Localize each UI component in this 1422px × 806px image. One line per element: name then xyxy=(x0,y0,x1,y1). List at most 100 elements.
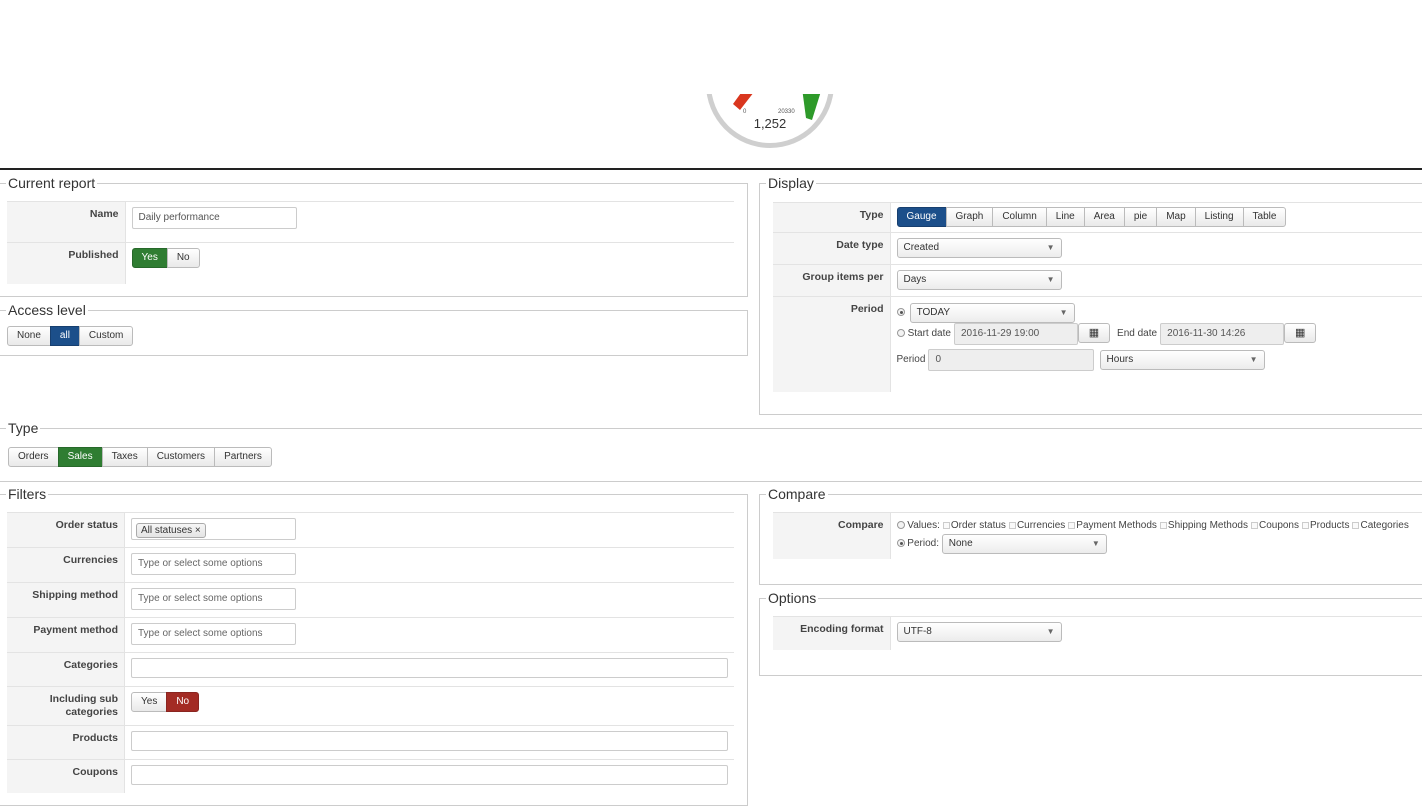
type-gauge-button[interactable]: Gauge xyxy=(896,207,947,227)
compare-payment-methods-checkbox[interactable] xyxy=(1068,521,1076,529)
type-map-button[interactable]: Map xyxy=(1156,207,1196,227)
type-orders-button[interactable]: Orders xyxy=(8,447,59,467)
compare-payment-methods-label: Payment Methods xyxy=(1076,520,1157,531)
currencies-label: Currencies xyxy=(7,547,125,583)
group-items-value: Days xyxy=(903,274,927,285)
compare-shipping-methods-label: Shipping Methods xyxy=(1167,520,1248,531)
period-label: Period xyxy=(773,296,891,392)
compare-values-radio[interactable] xyxy=(896,521,905,530)
date-type-value: Created xyxy=(903,242,940,253)
categories-label: Categories xyxy=(7,652,125,687)
categories-input[interactable] xyxy=(131,658,728,678)
payment-method-input[interactable]: Type or select some options xyxy=(131,623,296,645)
date-type-select[interactable]: Created ▼ xyxy=(896,238,1062,258)
display-table: Type Gauge Graph Column Line Area pie Ma… xyxy=(773,202,1422,392)
display-legend: Display xyxy=(768,175,814,191)
published-label: Published xyxy=(7,242,126,284)
calendar-icon[interactable]: ▦ xyxy=(1077,323,1110,343)
compare-products-label: Products xyxy=(1310,520,1350,531)
compare-coupons-checkbox[interactable] xyxy=(1250,521,1258,529)
filters-legend: Filters xyxy=(8,486,47,502)
report-name-input[interactable]: Daily performance xyxy=(131,207,297,229)
period-unit-select[interactable]: Hours ▼ xyxy=(1099,350,1265,370)
section-divider xyxy=(0,168,1422,170)
sub-categories-yes-button[interactable]: Yes xyxy=(131,692,168,712)
encoding-format-value: UTF-8 xyxy=(903,626,932,637)
products-input[interactable] xyxy=(131,731,728,751)
order-status-chip: All statuses × xyxy=(136,523,206,538)
order-status-input[interactable]: All statuses × xyxy=(131,518,296,540)
access-level-legend: Access level xyxy=(8,302,86,318)
end-date-input[interactable]: 2016-11-30 14:26 xyxy=(1160,323,1285,345)
including-sub-categories-label: Including sub categories xyxy=(7,686,125,726)
chevron-down-icon: ▼ xyxy=(1046,243,1055,252)
start-date-label: Start date xyxy=(907,328,951,339)
group-items-label: Group items per xyxy=(773,264,891,297)
coupons-input[interactable] xyxy=(131,765,728,785)
compare-categories-label: Categories xyxy=(1360,520,1409,531)
compare-legend: Compare xyxy=(768,486,826,502)
type-legend: Type xyxy=(8,420,39,436)
published-yes-button[interactable]: Yes xyxy=(131,248,168,268)
access-all-button[interactable]: all xyxy=(49,326,80,346)
display-type-toggle: Gauge Graph Column Line Area pie Map Lis… xyxy=(896,207,1287,227)
options-legend: Options xyxy=(768,590,817,606)
compare-order-status-label: Order status xyxy=(950,520,1006,531)
type-table-button[interactable]: Table xyxy=(1242,207,1287,227)
type-partners-button[interactable]: Partners xyxy=(214,447,272,467)
type-pie-button[interactable]: pie xyxy=(1123,207,1158,227)
compare-currencies-checkbox[interactable] xyxy=(1008,521,1016,529)
compare-currencies-label: Currencies xyxy=(1016,520,1066,531)
order-status-chip-label: All statuses xyxy=(141,525,193,536)
access-none-button[interactable]: None xyxy=(7,326,51,346)
end-date-label: End date xyxy=(1117,328,1158,339)
name-label: Name xyxy=(7,201,126,243)
including-sub-label-line2: categories xyxy=(65,706,118,718)
compare-period-value: None xyxy=(948,538,973,549)
type-column-button[interactable]: Column xyxy=(992,207,1047,227)
type-graph-button[interactable]: Graph xyxy=(945,207,994,227)
gauge-chart: 0 20330 1,252 xyxy=(700,94,840,150)
chevron-down-icon: ▼ xyxy=(1249,355,1258,364)
compare-period-select[interactable]: None ▼ xyxy=(941,534,1107,554)
shipping-method-label: Shipping method xyxy=(7,582,125,618)
period-dates-radio[interactable] xyxy=(896,329,905,338)
period-preset-select[interactable]: TODAY ▼ xyxy=(909,303,1075,323)
filters-table: Order status All statuses × Currencies T… xyxy=(7,512,734,793)
currencies-input[interactable]: Type or select some options xyxy=(131,553,296,575)
compare-values-label: Values: xyxy=(907,520,940,531)
period-preset-radio[interactable] xyxy=(896,308,905,317)
current-report-legend: Current report xyxy=(8,175,96,191)
type-taxes-button[interactable]: Taxes xyxy=(101,447,148,467)
chevron-down-icon: ▼ xyxy=(1091,539,1100,548)
compare-products-checkbox[interactable] xyxy=(1302,521,1309,529)
close-icon[interactable]: × xyxy=(195,525,201,536)
shipping-method-input[interactable]: Type or select some options xyxy=(131,588,296,610)
compare-label: Compare xyxy=(773,512,891,559)
period-amount-input[interactable]: 0 xyxy=(928,349,1095,371)
type-customers-button[interactable]: Customers xyxy=(146,447,216,467)
compare-table: Compare Values: Order status Currencies Pay… xyxy=(773,512,1422,559)
compare-categories-checkbox[interactable] xyxy=(1352,521,1360,529)
compare-period-row: Period: None ▼ xyxy=(896,534,1417,554)
display-type-label: Type xyxy=(773,202,891,233)
type-sales-button[interactable]: Sales xyxy=(57,447,103,467)
type-area-button[interactable]: Area xyxy=(1083,207,1125,227)
group-items-select[interactable]: Days ▼ xyxy=(896,270,1062,290)
type-listing-button[interactable]: Listing xyxy=(1194,207,1244,227)
sub-categories-no-button[interactable]: No xyxy=(166,692,200,712)
start-date-input[interactable]: 2016-11-29 19:00 xyxy=(953,323,1078,345)
period-unit-value: Hours xyxy=(1106,354,1134,365)
compare-shipping-methods-checkbox[interactable] xyxy=(1159,521,1167,529)
published-no-button[interactable]: No xyxy=(166,248,200,268)
type-line-button[interactable]: Line xyxy=(1045,207,1085,227)
calendar-icon[interactable]: ▦ xyxy=(1284,323,1317,343)
access-level-toggle: None all Custom xyxy=(7,326,134,346)
payment-method-label: Payment method xyxy=(7,617,125,653)
access-custom-button[interactable]: Custom xyxy=(78,326,134,346)
period-preset-value: TODAY xyxy=(916,307,951,318)
compare-order-status-checkbox[interactable] xyxy=(942,521,950,529)
encoding-format-label: Encoding format xyxy=(773,616,891,650)
encoding-format-select[interactable]: UTF-8 ▼ xyxy=(896,622,1062,642)
compare-period-radio[interactable] xyxy=(896,539,905,548)
